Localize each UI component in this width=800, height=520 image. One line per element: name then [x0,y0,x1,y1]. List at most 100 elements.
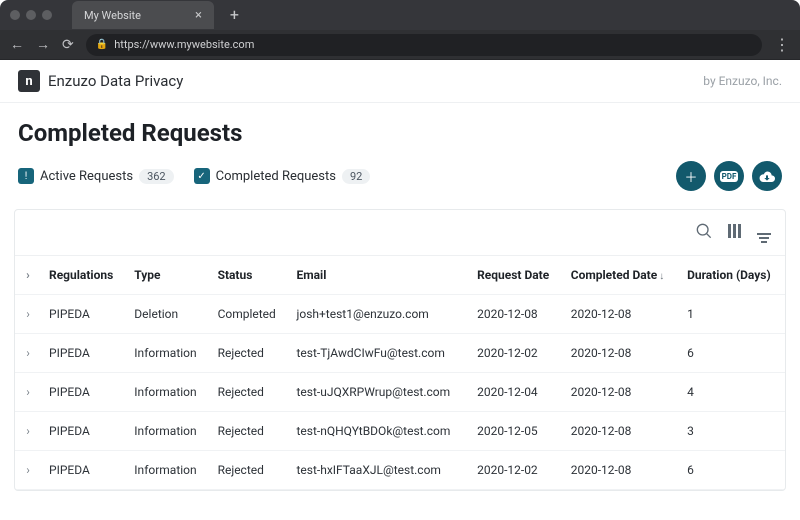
col-label: Completed Date [571,268,657,282]
cell-status: Rejected [210,334,289,373]
cell-regulations: PIPEDA [41,451,126,490]
cell-completed-date: 2020-12-08 [563,373,679,412]
table-body: ›PIPEDADeletionCompletedjosh+test1@enzuz… [15,295,785,490]
expand-row-icon[interactable]: › [15,334,41,373]
cell-completed-date: 2020-12-08 [563,334,679,373]
cell-request-date: 2020-12-05 [469,412,563,451]
browser-tab-title: My Website [84,9,141,22]
tab-label: Active Requests [40,169,133,184]
cell-status: Rejected [210,412,289,451]
download-button[interactable] [752,161,782,191]
col-email[interactable]: Email [288,256,469,295]
sort-desc-icon: ↓ [659,271,664,282]
cell-status: Rejected [210,373,289,412]
cell-status: Completed [210,295,289,334]
window-min-dot[interactable] [26,10,36,20]
expand-header[interactable]: › [15,256,41,295]
window-max-dot[interactable] [42,10,52,20]
col-type[interactable]: Type [126,256,209,295]
app-header: n Enzuzo Data Privacy by Enzuzo, Inc. [0,60,800,103]
cell-type: Information [126,451,209,490]
export-pdf-button[interactable]: PDF [714,161,744,191]
cell-email: test-uJQXRPWrup@test.com [288,373,469,412]
cell-duration: 6 [679,451,785,490]
expand-row-icon[interactable]: › [15,412,41,451]
cell-duration: 6 [679,334,785,373]
pdf-icon: PDF [720,171,739,182]
tab-active-requests[interactable]: ! Active Requests 362 [18,168,174,184]
browser-menu-icon[interactable]: ⋮ [774,35,790,54]
brand-title: Enzuzo Data Privacy [48,72,183,90]
add-button[interactable]: ＋ [676,161,706,191]
plus-icon: ＋ [684,167,697,186]
table-row[interactable]: ›PIPEDAInformationRejectedtest-nQHQYtBDO… [15,412,785,451]
check-icon: ✓ [194,168,210,184]
cell-type: Deletion [126,295,209,334]
cell-regulations: PIPEDA [41,295,126,334]
new-tab-button[interactable]: + [230,7,239,23]
cell-email: test-TjAwdCIwFu@test.com [288,334,469,373]
forward-icon[interactable]: → [36,36,50,53]
cell-duration: 4 [679,373,785,412]
col-duration[interactable]: Duration (Days) [679,256,785,295]
cell-request-date: 2020-12-08 [469,295,563,334]
columns-icon[interactable] [728,224,741,241]
filter-icon[interactable] [757,222,771,243]
header-byline: by Enzuzo, Inc. [703,74,782,88]
table-row[interactable]: ›PIPEDAInformationRejectedtest-hxIFTaaXJ… [15,451,785,490]
alert-icon: ! [18,168,34,184]
cell-request-date: 2020-12-02 [469,334,563,373]
back-icon[interactable]: ← [10,36,24,53]
table-row[interactable]: ›PIPEDADeletionCompletedjosh+test1@enzuz… [15,295,785,334]
page-title: Completed Requests [0,103,800,157]
cell-type: Information [126,334,209,373]
table-toolbar [15,210,785,256]
url-input[interactable]: 🔒 https://www.mywebsite.com [86,34,762,56]
tabs-left: ! Active Requests 362 ✓ Completed Reques… [18,168,370,184]
address-bar-row: ← → ⟳ 🔒 https://www.mywebsite.com ⋮ [0,30,800,60]
titlebar: My Website × + [0,0,800,30]
actions-right: ＋ PDF [676,161,782,191]
col-regulations[interactable]: Regulations [41,256,126,295]
brand: n Enzuzo Data Privacy [18,70,183,92]
cell-duration: 1 [679,295,785,334]
table-row[interactable]: ›PIPEDAInformationRejectedtest-TjAwdCIwF… [15,334,785,373]
lock-icon: 🔒 [96,39,108,50]
cell-status: Rejected [210,451,289,490]
cell-email: test-hxIFTaaXJL@test.com [288,451,469,490]
expand-row-icon[interactable]: › [15,295,41,334]
requests-table: › Regulations Type Status Email Request … [15,256,785,490]
tabs-row: ! Active Requests 362 ✓ Completed Reques… [0,157,800,201]
browser-tab[interactable]: My Website × [72,1,214,29]
browser-chrome: My Website × + ← → ⟳ 🔒 https://www.myweb… [0,0,800,60]
reload-icon[interactable]: ⟳ [62,37,74,53]
page-content: n Enzuzo Data Privacy by Enzuzo, Inc. Co… [0,60,800,520]
tab-completed-requests[interactable]: ✓ Completed Requests 92 [194,168,371,184]
count-badge: 362 [139,169,174,184]
col-completed-date[interactable]: Completed Date↓ [563,256,679,295]
cell-regulations: PIPEDA [41,334,126,373]
window-close-dot[interactable] [10,10,20,20]
cell-completed-date: 2020-12-08 [563,412,679,451]
expand-row-icon[interactable]: › [15,451,41,490]
cell-type: Information [126,412,209,451]
col-status[interactable]: Status [210,256,289,295]
col-request-date[interactable]: Request Date [469,256,563,295]
cell-email: josh+test1@enzuzo.com [288,295,469,334]
expand-row-icon[interactable]: › [15,373,41,412]
cell-type: Information [126,373,209,412]
cell-completed-date: 2020-12-08 [563,295,679,334]
cell-request-date: 2020-12-02 [469,451,563,490]
table-header-row: › Regulations Type Status Email Request … [15,256,785,295]
cell-completed-date: 2020-12-08 [563,451,679,490]
cell-request-date: 2020-12-04 [469,373,563,412]
cell-duration: 3 [679,412,785,451]
cloud-download-icon [759,170,775,182]
count-badge: 92 [342,169,370,184]
table-row[interactable]: ›PIPEDAInformationRejectedtest-uJQXRPWru… [15,373,785,412]
url-text: https://www.mywebsite.com [114,38,254,51]
search-icon[interactable] [696,223,712,242]
close-icon[interactable]: × [195,9,202,22]
cell-email: test-nQHQYtBDOk@test.com [288,412,469,451]
brand-logo-icon: n [18,70,40,92]
